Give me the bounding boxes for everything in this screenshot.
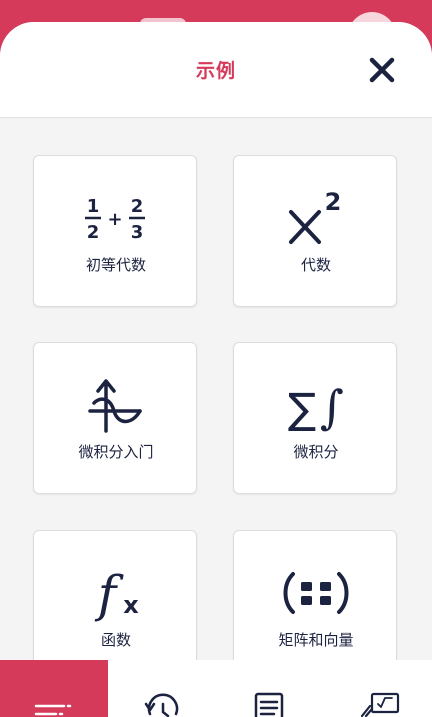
- tab-notes[interactable]: [216, 660, 324, 717]
- glyph-fx-x: x: [123, 591, 139, 619]
- example-label: 微积分: [293, 443, 339, 461]
- glyph-exponent: 2: [325, 188, 342, 216]
- example-card-algebra[interactable]: 2 代数: [233, 155, 397, 307]
- glyph-frac-a-den: 2: [87, 222, 100, 243]
- examples-sheet: 示例 1 2 + 2 3 初等代数 2 代数 微积分入门 ∑ ∫ 微积分 f x…: [0, 22, 432, 662]
- tab-history[interactable]: [108, 660, 216, 717]
- glyph-fx-f: f: [94, 565, 124, 623]
- matrix-icon: [234, 561, 398, 625]
- close-button[interactable]: [364, 52, 400, 88]
- fx-icon: f x: [34, 561, 198, 625]
- example-label: 函数: [100, 631, 131, 649]
- glyph-frac-a-num: 1: [87, 196, 100, 217]
- examples-menu-icon: [34, 704, 72, 716]
- glyph-sigma: ∑: [288, 384, 316, 433]
- example-card-precalculus[interactable]: 微积分入门: [33, 342, 197, 494]
- example-label: 微积分入门: [78, 443, 154, 461]
- example-card-elementary-algebra[interactable]: 1 2 + 2 3 初等代数: [33, 155, 197, 307]
- sum-integral-icon: ∑ ∫: [234, 373, 398, 437]
- example-label: 代数: [300, 256, 331, 274]
- tab-examples[interactable]: [0, 660, 108, 717]
- fraction-addition-icon: 1 2 + 2 3: [34, 186, 198, 250]
- function-graph-icon: [34, 373, 198, 437]
- glyph-integral: ∫: [320, 380, 344, 434]
- example-label: 初等代数: [85, 256, 146, 274]
- example-label: 矩阵和向量: [278, 631, 354, 649]
- sheet-header: 示例: [0, 22, 432, 118]
- bottom-tab-bar: [0, 660, 432, 717]
- glyph-plus: +: [107, 209, 122, 230]
- notes-icon: [254, 692, 284, 717]
- example-card-calculus[interactable]: ∑ ∫ 微积分: [233, 342, 397, 494]
- x-squared-icon: 2: [234, 186, 398, 250]
- close-icon: [369, 57, 395, 83]
- history-icon: [144, 693, 179, 717]
- example-card-functions[interactable]: f x 函数: [33, 530, 197, 662]
- scratchpad-icon: [360, 692, 400, 717]
- tab-scratchpad[interactable]: [324, 660, 432, 717]
- example-card-matrices[interactable]: 矩阵和向量: [233, 530, 397, 662]
- glyph-frac-b-num: 2: [131, 196, 144, 217]
- glyph-frac-b-den: 3: [131, 222, 144, 243]
